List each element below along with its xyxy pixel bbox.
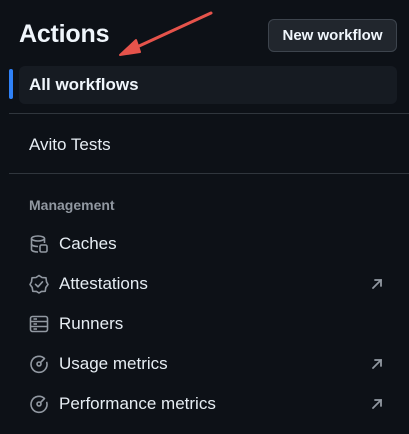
management-item-caches[interactable]: Caches — [19, 227, 397, 261]
external-link-icon — [372, 279, 382, 289]
management-item-label: Usage metrics — [59, 354, 168, 373]
nav-item-avito-tests[interactable]: Avito Tests — [19, 128, 397, 162]
actions-header: Actions New workflow — [0, 0, 409, 66]
management-item-attestations[interactable]: Attestations — [19, 267, 397, 301]
management-item-label: Performance metrics — [59, 394, 216, 413]
management-item-usage-metrics[interactable]: Usage metrics — [19, 347, 397, 381]
database-icon — [29, 234, 49, 254]
divider — [9, 113, 409, 114]
external-link-icon — [372, 399, 382, 409]
page-title: Actions — [19, 20, 110, 48]
management-heading: Management — [29, 197, 115, 213]
divider — [9, 173, 409, 174]
meter-icon — [29, 354, 49, 374]
external-link-icon — [372, 359, 382, 369]
shield-check-icon — [29, 274, 49, 294]
meter-icon — [29, 394, 49, 414]
new-workflow-button[interactable]: New workflow — [268, 19, 397, 52]
management-item-label: Runners — [59, 314, 124, 333]
management-item-label: Caches — [59, 234, 117, 253]
nav-item-all-workflows[interactable]: All workflows — [19, 66, 397, 104]
management-item-performance-metrics[interactable]: Performance metrics — [19, 387, 397, 421]
active-indicator — [9, 69, 13, 99]
server-icon — [29, 314, 49, 334]
management-item-label: Attestations — [59, 274, 148, 293]
management-item-runners[interactable]: Runners — [19, 307, 397, 341]
